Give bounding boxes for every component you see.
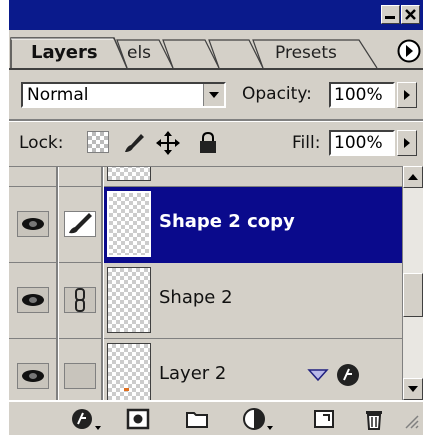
mask-icon[interactable]: [125, 406, 151, 432]
eye-icon: [22, 218, 44, 230]
fill-label: Fill:: [292, 133, 321, 153]
lock-position-move-icon[interactable]: [155, 130, 181, 156]
scroll-up-button[interactable]: [403, 166, 423, 188]
resize-grip-icon[interactable]: [402, 410, 420, 430]
scroll-thumb[interactable]: [403, 273, 423, 317]
layers-list: Shape 2 copy Shape 2 Layer 2: [9, 166, 402, 401]
tab-layers[interactable]: Layers: [31, 38, 98, 68]
layer-link-toggle[interactable]: [61, 343, 101, 401]
layer-row-layer-2[interactable]: Layer 2: [9, 339, 402, 401]
divider: [9, 119, 423, 122]
adjustment-layer-icon[interactable]: [241, 406, 275, 432]
layer-row-shape-2-copy[interactable]: Shape 2 copy: [9, 187, 402, 263]
visibility-toggle[interactable]: [14, 343, 54, 401]
chain-link-icon: [75, 288, 85, 312]
lock-all-icon[interactable]: [197, 131, 219, 155]
opacity-field[interactable]: 100%: [329, 82, 395, 108]
new-layer-icon[interactable]: [311, 406, 337, 432]
layer-name[interactable]: Shape 2: [159, 287, 233, 308]
layer-thumbnail: [107, 343, 151, 401]
tab-bar: Layers els Presets: [9, 30, 423, 70]
minimize-button[interactable]: [381, 5, 400, 24]
brush-edit-indicator[interactable]: [61, 191, 101, 257]
opacity-label: Opacity:: [242, 84, 312, 104]
layer-name[interactable]: Layer 2: [159, 363, 226, 384]
layer-thumbnail: [107, 191, 151, 257]
chevron-down-icon[interactable]: [203, 84, 224, 106]
layers-palette: Layers els Presets Normal Opacity: 100% …: [9, 0, 423, 435]
layer-row-partial[interactable]: [9, 167, 402, 187]
layer-style-fx-icon[interactable]: [335, 362, 361, 388]
eye-icon: [22, 294, 44, 306]
close-button[interactable]: [401, 5, 420, 24]
new-group-folder-icon[interactable]: [184, 406, 210, 432]
layer-link-toggle[interactable]: [61, 267, 101, 333]
visibility-toggle[interactable]: [14, 191, 54, 257]
palette-title-bar[interactable]: [9, 0, 423, 30]
lock-image-brush-icon[interactable]: [121, 130, 147, 156]
visibility-toggle[interactable]: [14, 267, 54, 333]
fill-field[interactable]: 100%: [329, 130, 395, 156]
layer-name[interactable]: Shape 2 copy: [159, 211, 295, 232]
fill-slider-button[interactable]: [397, 130, 417, 156]
effects-expand-triangle-icon[interactable]: [307, 367, 329, 383]
blend-mode-value: Normal: [27, 85, 89, 105]
blend-mode-select[interactable]: Normal: [21, 82, 226, 108]
brush-icon: [69, 213, 92, 234]
palette-menu-button[interactable]: [397, 39, 421, 63]
layer-row-shape-2[interactable]: Shape 2: [9, 263, 402, 339]
layer-thumbnail: [107, 267, 151, 333]
tab-presets[interactable]: Presets: [275, 38, 337, 68]
lock-transparency-icon[interactable]: [87, 131, 109, 153]
scroll-down-button[interactable]: [403, 378, 423, 400]
layer-style-icon[interactable]: [69, 406, 103, 432]
tab-channels[interactable]: els: [127, 38, 151, 68]
trash-icon[interactable]: [361, 406, 387, 432]
close-icon: [405, 9, 416, 20]
layer-thumbnail: [107, 167, 151, 181]
lock-label: Lock:: [19, 133, 64, 153]
bottom-toolbar: [9, 400, 423, 435]
eye-icon: [22, 370, 44, 382]
layers-scrollbar[interactable]: [402, 166, 423, 400]
opacity-slider-button[interactable]: [397, 82, 417, 108]
